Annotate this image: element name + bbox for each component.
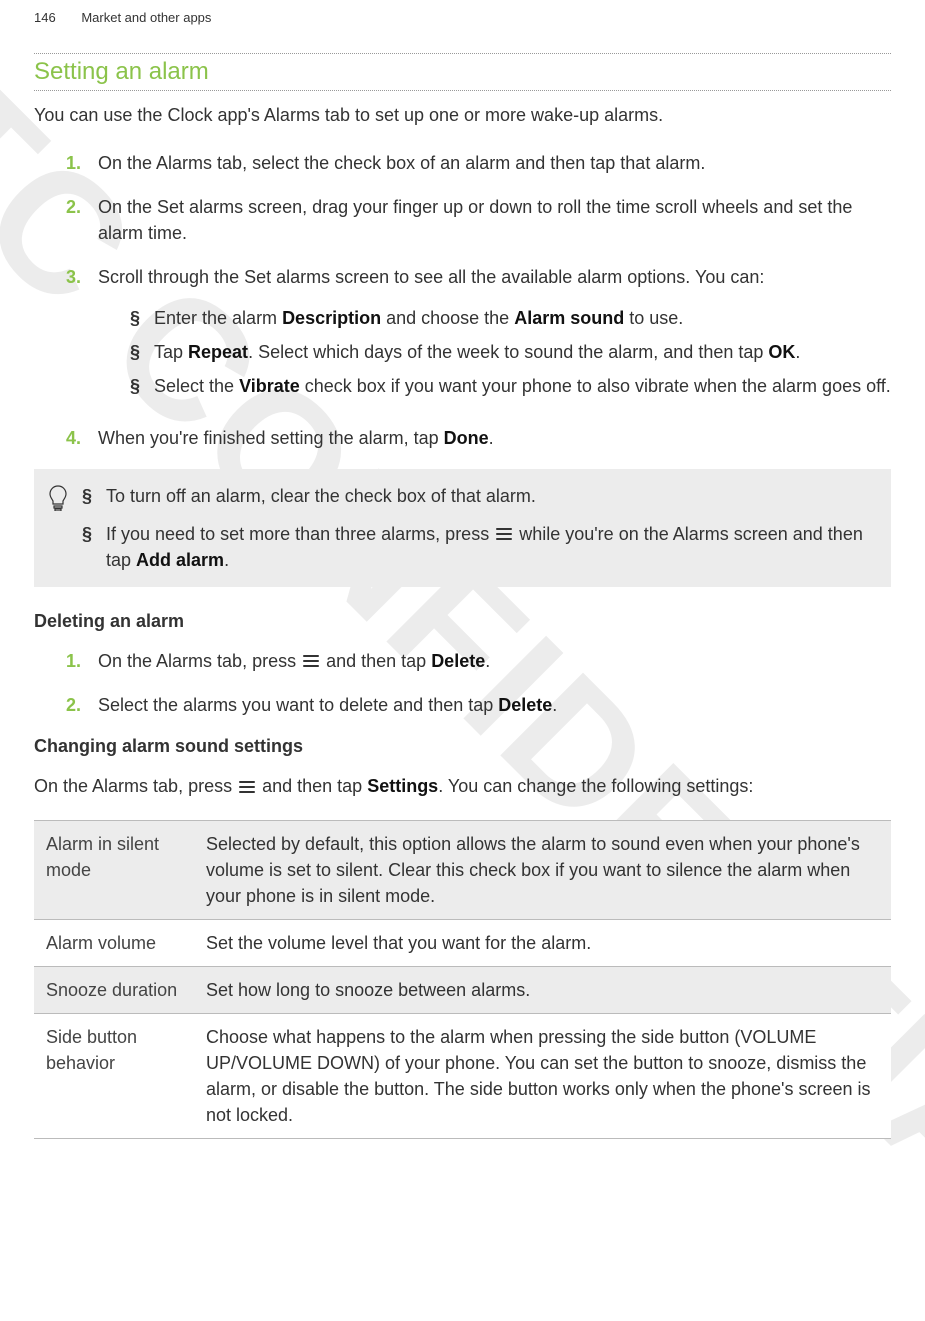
deleting-alarm-steps: 1. On the Alarms tab, press and then tap… xyxy=(34,648,891,718)
step-number: 4. xyxy=(66,425,98,451)
divider xyxy=(34,90,891,91)
text-fragment: . You can change the following settings: xyxy=(438,776,753,796)
list-item: § Tap Repeat. Select which days of the w… xyxy=(130,339,891,365)
table-row: Alarm volume Set the volume level that y… xyxy=(34,919,891,966)
text-fragment: . xyxy=(224,550,229,570)
setting-label: Snooze duration xyxy=(34,966,194,1013)
list-item: § To turn off an alarm, clear the check … xyxy=(82,483,875,509)
section-title-setting-alarm: Setting an alarm xyxy=(34,58,891,86)
list-item: § Select the Vibrate check box if you wa… xyxy=(130,373,891,399)
text-fragment: On the Alarms tab, press xyxy=(34,776,237,796)
bullet-text: Tap Repeat. Select which days of the wee… xyxy=(154,339,800,365)
bold-text: Done xyxy=(444,428,489,448)
tip-content: § To turn off an alarm, clear the check … xyxy=(82,483,875,573)
bullet-marker: § xyxy=(82,483,106,509)
intro-paragraph: You can use the Clock app's Alarms tab t… xyxy=(34,103,891,128)
bold-text: Repeat xyxy=(188,342,248,362)
text-fragment: and then tap xyxy=(257,776,367,796)
text-fragment: Tap xyxy=(154,342,188,362)
step-number: 2. xyxy=(66,194,98,246)
tip-bullet-list: § To turn off an alarm, clear the check … xyxy=(82,483,875,573)
bold-text: Add alarm xyxy=(136,550,224,570)
bullet-marker: § xyxy=(130,339,154,365)
header-section-title: Market and other apps xyxy=(81,10,211,25)
setting-description: Selected by default, this option allows … xyxy=(194,820,891,919)
setting-description: Set how long to snooze between alarms. xyxy=(194,966,891,1013)
setting-label: Alarm in silent mode xyxy=(34,820,194,919)
text-fragment: Select the alarms you want to delete and… xyxy=(98,695,498,715)
list-item: § If you need to set more than three ala… xyxy=(82,521,875,573)
page-content: 146 Market and other apps Setting an ala… xyxy=(0,0,925,1139)
divider xyxy=(34,53,891,54)
bold-text: Settings xyxy=(367,776,438,796)
bullet-text: Select the Vibrate check box if you want… xyxy=(154,373,891,399)
step-number: 3. xyxy=(66,264,98,406)
list-item: 4. When you're finished setting the alar… xyxy=(66,425,891,451)
text-fragment: . xyxy=(552,695,557,715)
setting-label: Side button behavior xyxy=(34,1013,194,1138)
text-fragment: and then tap xyxy=(321,651,431,671)
setting-description: Choose what happens to the alarm when pr… xyxy=(194,1013,891,1138)
text-fragment: to use. xyxy=(624,308,683,328)
list-item: § Enter the alarm Description and choose… xyxy=(130,305,891,331)
text-fragment: When you're finished setting the alarm, … xyxy=(98,428,444,448)
step-number: 1. xyxy=(66,150,98,176)
subheading-changing-settings: Changing alarm sound settings xyxy=(34,736,891,757)
step-text: Select the alarms you want to delete and… xyxy=(98,692,891,718)
subheading-deleting-alarm: Deleting an alarm xyxy=(34,611,891,632)
bold-text: OK xyxy=(768,342,795,362)
bullet-marker: § xyxy=(82,521,106,573)
tip-box: § To turn off an alarm, clear the check … xyxy=(34,469,891,587)
step-number: 1. xyxy=(66,648,98,674)
bold-text: Vibrate xyxy=(239,376,300,396)
settings-table: Alarm in silent mode Selected by default… xyxy=(34,820,891,1140)
text-fragment: . xyxy=(485,651,490,671)
list-item: 1. On the Alarms tab, press and then tap… xyxy=(66,648,891,674)
step-number: 2. xyxy=(66,692,98,718)
step-text: On the Alarms tab, select the check box … xyxy=(98,150,891,176)
step-content: Scroll through the Set alarms screen to … xyxy=(98,264,891,406)
bold-text: Delete xyxy=(431,651,485,671)
text-fragment: . xyxy=(795,342,800,362)
text-fragment: and choose the xyxy=(381,308,514,328)
menu-icon xyxy=(496,528,512,542)
text-fragment: If you need to set more than three alarm… xyxy=(106,524,494,544)
text-fragment: . Select which days of the week to sound… xyxy=(248,342,768,362)
bullet-marker: § xyxy=(130,305,154,331)
list-item: 2. Select the alarms you want to delete … xyxy=(66,692,891,718)
text-fragment: Select the xyxy=(154,376,239,396)
bold-text: Description xyxy=(282,308,381,328)
tip-text: To turn off an alarm, clear the check bo… xyxy=(106,483,536,509)
page-header: 146 Market and other apps xyxy=(34,0,891,25)
list-item: 1. On the Alarms tab, select the check b… xyxy=(66,150,891,176)
setting-label: Alarm volume xyxy=(34,919,194,966)
settings-intro: On the Alarms tab, press and then tap Se… xyxy=(34,773,891,799)
bullet-text: Enter the alarm Description and choose t… xyxy=(154,305,683,331)
table-row: Side button behavior Choose what happens… xyxy=(34,1013,891,1138)
lightbulb-icon xyxy=(48,483,68,573)
text-fragment: check box if you want your phone to also… xyxy=(300,376,891,396)
bold-text: Alarm sound xyxy=(514,308,624,328)
step-text: On the Set alarms screen, drag your fing… xyxy=(98,194,891,246)
text-fragment: On the Alarms tab, press xyxy=(98,651,301,671)
tip-text: If you need to set more than three alarm… xyxy=(106,521,875,573)
list-item: 2. On the Set alarms screen, drag your f… xyxy=(66,194,891,246)
text-fragment: . xyxy=(489,428,494,448)
page-number: 146 xyxy=(34,10,56,25)
menu-icon xyxy=(303,655,319,669)
bullet-marker: § xyxy=(130,373,154,399)
table-row: Alarm in silent mode Selected by default… xyxy=(34,820,891,919)
table-row: Snooze duration Set how long to snooze b… xyxy=(34,966,891,1013)
sub-bullet-list: § Enter the alarm Description and choose… xyxy=(98,305,891,399)
setting-description: Set the volume level that you want for t… xyxy=(194,919,891,966)
step-text: When you're finished setting the alarm, … xyxy=(98,425,891,451)
list-item: 3. Scroll through the Set alarms screen … xyxy=(66,264,891,406)
setting-alarm-steps: 1. On the Alarms tab, select the check b… xyxy=(34,150,891,451)
text-fragment: Enter the alarm xyxy=(154,308,282,328)
step-text: Scroll through the Set alarms screen to … xyxy=(98,267,764,287)
step-text: On the Alarms tab, press and then tap De… xyxy=(98,648,891,674)
bold-text: Delete xyxy=(498,695,552,715)
menu-icon xyxy=(239,781,255,795)
